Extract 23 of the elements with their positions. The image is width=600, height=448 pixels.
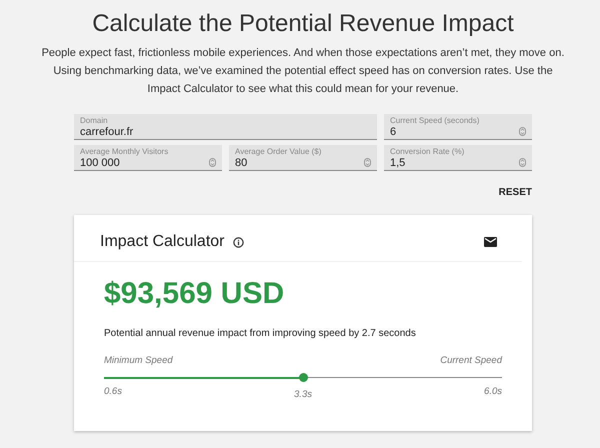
mail-icon[interactable] xyxy=(484,237,497,247)
info-icon[interactable] xyxy=(232,236,244,248)
input-field[interactable]: Average Order Value ($) 80 xyxy=(229,145,377,171)
input-field[interactable]: Current Speed (seconds) 6 xyxy=(384,114,532,140)
slider-label: Current Speed xyxy=(440,355,502,366)
card-title: Impact Calculator xyxy=(100,233,224,251)
intro-paragraph: People expect fast, frictionless mobile experiences. And when those expectations aren’t met, they move on. Using benchmarking data, we’ve examined the potential effect speed has on conversion rates. Use the Impact Calculator to see what this could mean for your revenue. xyxy=(40,46,566,97)
input-field[interactable]: Conversion Rate (%) 1,5 xyxy=(384,145,532,171)
slider-thumb[interactable] xyxy=(298,373,308,382)
slider-value: 3.3s xyxy=(294,389,312,400)
slider-value: 6.0s xyxy=(484,386,502,397)
page-title: Calculate the Potential Revenue Impact xyxy=(91,10,515,38)
spinner-icon[interactable] xyxy=(364,158,371,167)
spinner-icon[interactable] xyxy=(209,158,216,167)
slider-value: 0.6s xyxy=(104,386,122,397)
spinner-icon[interactable] xyxy=(519,158,526,167)
spinner-icon[interactable] xyxy=(519,127,526,136)
slider-label: Minimum Speed xyxy=(104,355,173,366)
revenue-amount: $93,569 USD xyxy=(104,276,286,312)
input-field[interactable]: Domain carrefour.fr xyxy=(74,114,377,140)
impact-description: Potential annual revenue impact from improving speed by 2.7 seconds xyxy=(104,328,417,339)
reset-button[interactable]: RESET xyxy=(498,183,532,202)
input-field[interactable]: Average Monthly Visitors 100 000 xyxy=(74,145,222,171)
